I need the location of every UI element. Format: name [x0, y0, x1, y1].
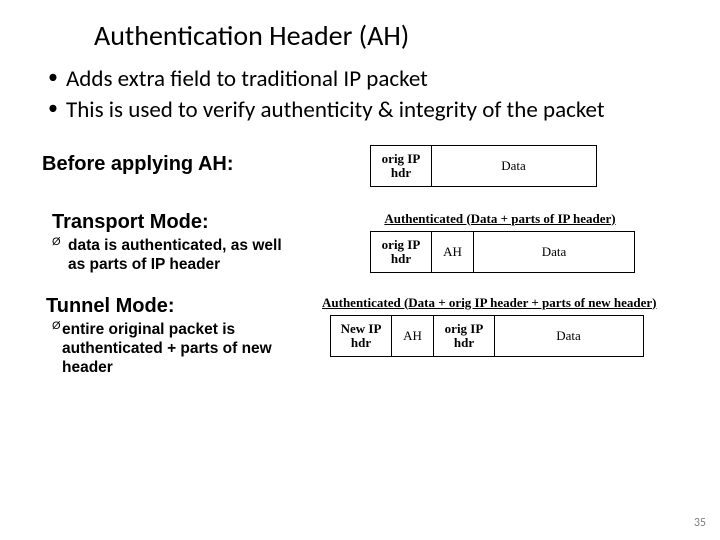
cell-ah: AH: [431, 231, 475, 273]
diagram-before: orig IPhdr Data: [370, 145, 595, 187]
slide-title: Authentication Header (AH): [0, 0, 720, 57]
tunnel-caption: Authenticated (Data + orig IP header + p…: [322, 295, 720, 311]
cell-ah: AH: [391, 315, 435, 357]
diagram-tunnel: New IPhdr AH orig IPhdr Data: [330, 315, 642, 357]
bullet-list: Adds extra field to traditional IP packe…: [0, 57, 720, 125]
cell-data: Data: [494, 315, 644, 357]
cell-data: Data: [431, 145, 597, 187]
diagram-transport: orig IPhdr AH Data: [370, 231, 634, 273]
before-label: Before applying AH:: [0, 153, 370, 176]
cell-orig-ip-hdr: orig IPhdr: [433, 315, 495, 357]
tunnel-mode-sub: entire original packet is authenticated …: [0, 320, 300, 378]
tunnel-mode-label: Tunnel Mode:: [0, 295, 370, 318]
transport-mode-sub: data is authenticated, as well as parts …: [0, 236, 300, 275]
bullet-item: This is used to verify authenticity & in…: [44, 96, 680, 125]
transport-mode-label: Transport Mode:: [0, 211, 370, 234]
cell-orig-ip-hdr: orig IPhdr: [370, 145, 432, 187]
bullet-item: Adds extra field to traditional IP packe…: [44, 65, 680, 94]
cell-new-ip-hdr: New IPhdr: [330, 315, 392, 357]
slide-number: 35: [694, 516, 706, 530]
cell-orig-ip-hdr: orig IPhdr: [370, 231, 432, 273]
transport-caption: Authenticated (Data + parts of IP header…: [370, 211, 630, 227]
cell-data: Data: [473, 231, 635, 273]
